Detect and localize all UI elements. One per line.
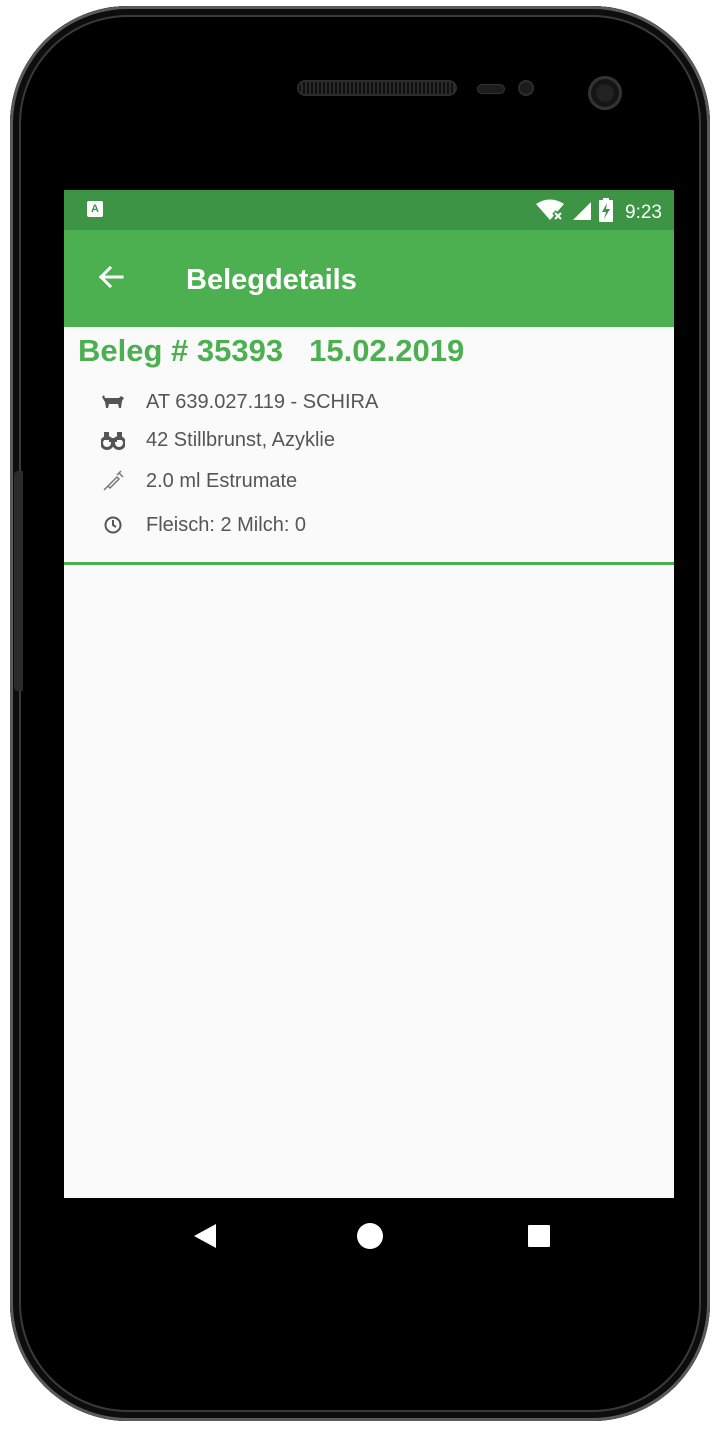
navigation-bar xyxy=(64,1198,674,1278)
screen: A 9:23 Belegdetails Beleg # 35393 15.02.… xyxy=(64,190,674,1278)
back-nav-icon xyxy=(192,1222,218,1255)
detail-text: 2.0 ml Estrumate xyxy=(146,469,298,492)
battery-charging-icon xyxy=(599,198,614,227)
nav-recents-button[interactable] xyxy=(519,1218,559,1258)
clock-icon xyxy=(100,512,126,538)
detail-row-waiting: Fleisch: 2 Milch: 0 xyxy=(100,511,306,539)
detail-text: 42 Stillbrunst, Azyklie xyxy=(146,428,335,451)
nav-back-button[interactable] xyxy=(185,1218,225,1258)
back-button[interactable] xyxy=(90,258,132,300)
front-camera xyxy=(588,76,622,110)
arrow-back-icon xyxy=(96,262,126,297)
light-sensor xyxy=(518,80,534,96)
nav-home-button[interactable] xyxy=(350,1218,390,1258)
receipt-date: 15.02.2019 xyxy=(309,333,465,368)
proximity-sensor xyxy=(477,84,505,94)
side-button xyxy=(14,471,23,691)
detail-row-treatment: 2.0 ml Estrumate xyxy=(100,467,297,495)
recents-nav-icon xyxy=(527,1224,551,1253)
cow-icon xyxy=(100,389,126,415)
status-bar: A 9:23 xyxy=(64,190,674,230)
wifi-off-icon xyxy=(535,199,565,226)
signal-icon xyxy=(571,199,593,226)
binoculars-icon xyxy=(100,427,126,453)
page-title: Belegdetails xyxy=(186,264,357,296)
detail-row-finding: 42 Stillbrunst, Azyklie xyxy=(100,426,335,454)
notification-badge: A xyxy=(87,201,103,217)
status-time: 9:23 xyxy=(625,201,662,223)
home-nav-icon xyxy=(356,1222,384,1255)
divider xyxy=(64,562,674,565)
app-bar: Belegdetails xyxy=(64,230,674,327)
syringe-icon xyxy=(100,468,126,494)
detail-text: Fleisch: 2 Milch: 0 xyxy=(146,513,307,536)
detail-text: AT 639.027.119 - SCHIRA xyxy=(146,390,379,413)
earpiece-speaker xyxy=(297,80,457,96)
receipt-header: Beleg # 35393 15.02.2019 xyxy=(78,333,464,369)
receipt-number: Beleg # 35393 xyxy=(78,333,284,368)
status-icons: 9:23 xyxy=(535,198,662,227)
detail-row-animal: AT 639.027.119 - SCHIRA xyxy=(100,388,378,416)
